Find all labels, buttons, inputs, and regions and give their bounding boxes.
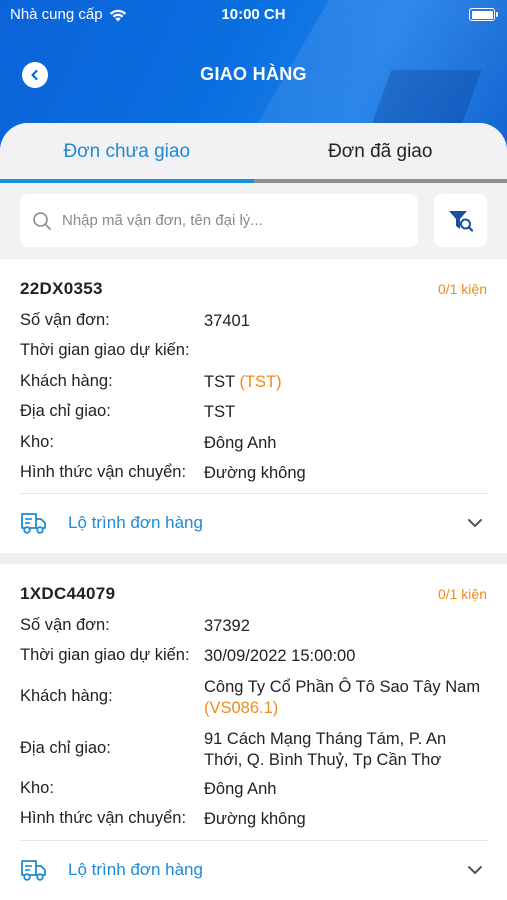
eta-row: Thời gian giao dự kiến: 30/09/2022 15:00… <box>20 646 355 665</box>
tab-delivered[interactable]: Đơn đã giao <box>254 123 507 183</box>
order-card[interactable]: 22DX0353 0/1 kiện Số vận đơn: 37401 Thời… <box>0 259 507 553</box>
address-row: Địa chỉ giao: 91 Cách Mạng Tháng Tám, P.… <box>20 730 446 769</box>
order-code: 22DX0353 <box>20 279 103 298</box>
waybill-row: Số vận đơn: 37392 <box>20 616 250 635</box>
warehouse-value: Đông Anh <box>204 434 277 452</box>
customer-name: Công Ty Cổ Phần Ô Tô Sao Tây Nam <box>204 678 481 696</box>
waybill-value: 37392 <box>204 617 250 635</box>
search-icon <box>33 211 51 230</box>
search-input[interactable] <box>62 212 392 229</box>
package-count: 0/1 kiện <box>437 281 487 297</box>
eta-label: Thời gian giao dự kiến: <box>20 341 190 359</box>
filter-search-icon <box>448 210 473 232</box>
eta-value: 30/09/2022 15:00:00 <box>204 647 356 665</box>
customer-code: (VS086.1) <box>204 699 279 717</box>
search-box[interactable] <box>20 194 418 247</box>
address-row: Địa chỉ giao: TST <box>20 402 235 421</box>
warehouse-label: Kho: <box>20 779 54 797</box>
waybill-row: Số vận đơn: 37401 <box>20 311 250 330</box>
chevron-down-icon[interactable] <box>467 862 483 878</box>
shipping-value: Đường không <box>204 464 306 482</box>
shipping-row: Hình thức vận chuyển: Đường không <box>20 809 306 828</box>
customer-row: Khách hàng: TST (TST) <box>20 372 282 391</box>
customer-value: Công Ty Cổ Phần Ô Tô Sao Tây Nam (VS086.… <box>204 677 484 719</box>
waybill-label: Số vận đơn: <box>20 616 110 634</box>
customer-value: TST (TST) <box>204 372 484 393</box>
clock: 10:00 CH <box>221 6 286 23</box>
customer-label: Khách hàng: <box>20 372 113 390</box>
eta-row: Thời gian giao dự kiến: <box>20 341 190 360</box>
search-row <box>0 183 507 258</box>
route-toggle[interactable]: Lộ trình đơn hàng <box>20 503 487 543</box>
customer-row: Khách hàng: Công Ty Cổ Phần Ô Tô Sao Tây… <box>20 678 480 717</box>
warehouse-row: Kho: Đông Anh <box>20 433 276 452</box>
status-bar: Nhà cung cấp 10:00 CH <box>0 0 507 30</box>
delivery-truck-icon <box>21 513 46 534</box>
waybill-value: 37401 <box>204 312 250 330</box>
shipping-value: Đường không <box>204 810 306 828</box>
eta-label: Thời gian giao dự kiến: <box>20 646 190 664</box>
shipping-label: Hình thức vận chuyển: <box>20 463 187 481</box>
address-label: Địa chỉ giao: <box>20 402 111 420</box>
address-value: TST <box>204 403 236 421</box>
route-label: Lộ trình đơn hàng <box>68 513 203 532</box>
warehouse-row: Kho: Đông Anh <box>20 779 276 798</box>
divider <box>20 493 487 494</box>
tab-bar: Đơn chưa giao Đơn đã giao <box>0 123 507 183</box>
content-panel: Đơn chưa giao Đơn đã giao 22DX0353 0/1 k… <box>0 123 507 900</box>
page-title: GIAO HÀNG <box>200 64 307 84</box>
address-value: 91 Cách Mạng Tháng Tám, P. An Thới, Q. B… <box>204 730 447 769</box>
chevron-down-icon[interactable] <box>467 515 483 531</box>
divider <box>20 840 487 841</box>
customer-code: (TST) <box>239 373 282 391</box>
warehouse-label: Kho: <box>20 433 54 451</box>
order-card[interactable]: 1XDC44079 0/1 kiện Số vận đơn: 37392 Thờ… <box>0 564 507 900</box>
shipping-label: Hình thức vận chuyển: <box>20 809 187 827</box>
shipping-row: Hình thức vận chuyển: Đường không <box>20 463 306 482</box>
route-toggle[interactable]: Lộ trình đơn hàng <box>20 850 487 890</box>
filter-button[interactable] <box>434 194 487 247</box>
order-code: 1XDC44079 <box>20 584 116 603</box>
tab-pending[interactable]: Đơn chưa giao <box>0 123 254 183</box>
waybill-label: Số vận đơn: <box>20 311 110 329</box>
route-label: Lộ trình đơn hàng <box>68 860 203 879</box>
address-label: Địa chỉ giao: <box>20 739 111 757</box>
package-count: 0/1 kiện <box>437 586 487 602</box>
delivery-truck-icon <box>21 860 46 881</box>
warehouse-value: Đông Anh <box>204 780 277 798</box>
customer-name: TST <box>204 373 235 391</box>
customer-label: Khách hàng: <box>20 687 113 705</box>
battery-icon <box>469 8 498 21</box>
